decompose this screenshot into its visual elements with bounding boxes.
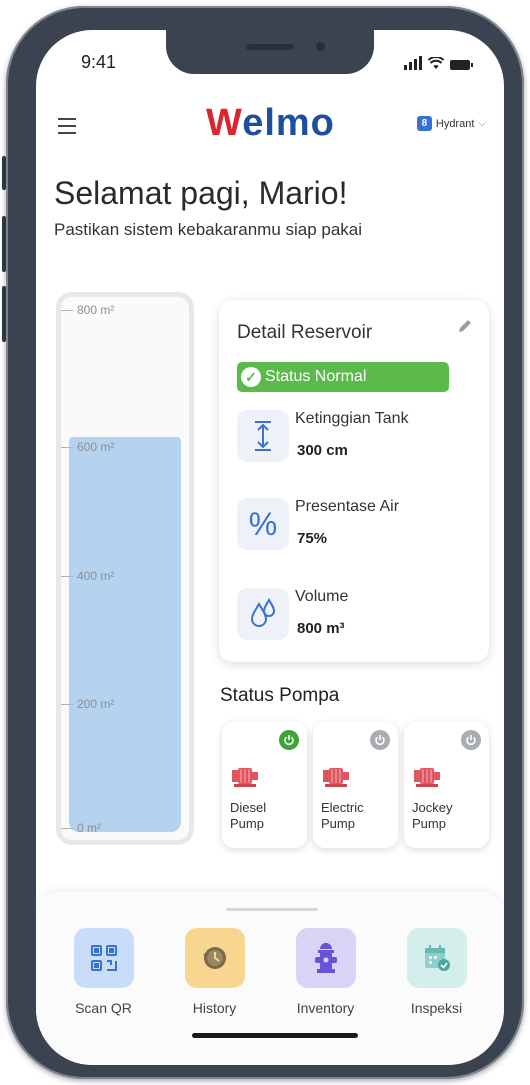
home-indicator[interactable] bbox=[192, 1033, 358, 1038]
reservoir-title: Detail Reservoir bbox=[237, 322, 373, 343]
volume-up-button bbox=[2, 216, 6, 272]
check-circle-icon: ✓ bbox=[241, 367, 261, 387]
metric-value: 75% bbox=[297, 530, 328, 547]
calendar-check-icon bbox=[406, 928, 467, 988]
wifi-icon bbox=[428, 57, 444, 69]
nav-label: Inventory bbox=[296, 1000, 355, 1016]
bottom-nav-sheet: Scan QR History Inventory Inspeksi bbox=[36, 892, 504, 1065]
pump-name: Electric Pump bbox=[321, 800, 364, 831]
nav-label: History bbox=[192, 1000, 237, 1016]
status-badge: ✓ Status Normal bbox=[237, 362, 449, 392]
tank-tick: 200 m² bbox=[61, 697, 114, 711]
history-icon bbox=[184, 928, 245, 988]
metric-height: Ketinggian Tank 300 cm bbox=[237, 410, 477, 470]
pump-name: Jockey Pump bbox=[412, 800, 453, 831]
pump-list: Diesel Pump Electric Pump Jockey Pump bbox=[222, 722, 489, 848]
side-button bbox=[2, 156, 6, 190]
chevron-down-icon: ⌵ bbox=[478, 118, 486, 129]
screen: 9:41 Welmo 8 Hydrant ⌵ Selamat pagi, Mar… bbox=[36, 30, 504, 1065]
status-text: Status Normal bbox=[265, 368, 367, 385]
menu-icon[interactable] bbox=[58, 118, 76, 139]
notch bbox=[166, 30, 374, 74]
nav-item-history[interactable]: History bbox=[165, 928, 265, 1016]
power-icon bbox=[461, 730, 481, 750]
hydrant-icon bbox=[295, 928, 356, 988]
metric-value: 800 m³ bbox=[297, 620, 345, 637]
site-selector[interactable]: 8 Hydrant ⌵ bbox=[416, 116, 486, 131]
volume-down-button bbox=[2, 286, 6, 342]
phone-frame: 9:41 Welmo 8 Hydrant ⌵ Selamat pagi, Mar… bbox=[2, 6, 524, 1079]
metric-value: 300 cm bbox=[297, 442, 348, 459]
water-tank-gauge: 800 m² 600 m² 400 m² 200 m² 0 m² bbox=[56, 292, 194, 845]
tank-water-level bbox=[69, 436, 181, 832]
power-icon bbox=[370, 730, 390, 750]
app-header: Welmo 8 Hydrant ⌵ bbox=[36, 100, 504, 152]
metric-label: Ketinggian Tank bbox=[295, 410, 409, 427]
pump-icon bbox=[414, 768, 440, 787]
tank-tick: 600 m² bbox=[61, 440, 114, 454]
nav-label: Inspeksi bbox=[410, 1000, 463, 1016]
bottom-nav: Scan QR History Inventory Inspeksi bbox=[36, 928, 504, 1016]
nav-item-inventory[interactable]: Inventory bbox=[276, 928, 376, 1016]
water-drop-icon bbox=[237, 588, 289, 640]
metric-volume: Volume 800 m³ bbox=[237, 588, 477, 648]
pump-card-electric[interactable]: Electric Pump bbox=[313, 722, 398, 848]
pump-icon bbox=[323, 768, 349, 787]
status-time: 9:41 bbox=[81, 52, 117, 72]
site-badge-icon: 8 bbox=[416, 116, 432, 131]
percent-icon: % bbox=[237, 498, 289, 550]
battery-icon bbox=[450, 60, 473, 70]
nav-item-scan-qr[interactable]: Scan QR bbox=[54, 928, 154, 1016]
metric-label: Volume bbox=[295, 588, 349, 605]
metric-label: Presentase Air bbox=[295, 498, 400, 515]
pump-card-diesel[interactable]: Diesel Pump bbox=[222, 722, 307, 848]
edit-icon[interactable] bbox=[457, 318, 473, 334]
status-icons bbox=[404, 56, 473, 70]
height-icon bbox=[237, 410, 289, 462]
nav-item-inspeksi[interactable]: Inspeksi bbox=[387, 928, 487, 1016]
metric-percentage: % Presentase Air 75% bbox=[237, 498, 477, 558]
reservoir-detail-card: Detail Reservoir ✓ Status Normal Ketingg… bbox=[219, 300, 489, 662]
nav-label: Scan QR bbox=[75, 1000, 132, 1016]
speaker bbox=[246, 44, 294, 50]
app-logo: Welmo bbox=[206, 102, 335, 144]
qr-code-icon bbox=[73, 928, 134, 988]
tank-tick: 800 m² bbox=[61, 303, 114, 317]
pump-icon bbox=[232, 768, 258, 787]
site-label: Hydrant bbox=[435, 117, 475, 130]
tank-tick: 0 m² bbox=[61, 821, 101, 835]
tank-tick: 400 m² bbox=[61, 569, 114, 583]
greeting-title: Selamat pagi, Mario! bbox=[54, 175, 348, 211]
sheet-grab-handle[interactable] bbox=[226, 908, 318, 911]
pump-name: Diesel Pump bbox=[230, 800, 267, 831]
camera bbox=[316, 42, 325, 51]
signal-icon bbox=[404, 56, 422, 70]
pump-card-jockey[interactable]: Jockey Pump bbox=[404, 722, 489, 848]
pump-status-title: Status Pompa bbox=[220, 685, 340, 706]
power-icon bbox=[279, 730, 299, 750]
greeting-subtitle: Pastikan sistem kebakaranmu siap pakai bbox=[54, 220, 363, 239]
